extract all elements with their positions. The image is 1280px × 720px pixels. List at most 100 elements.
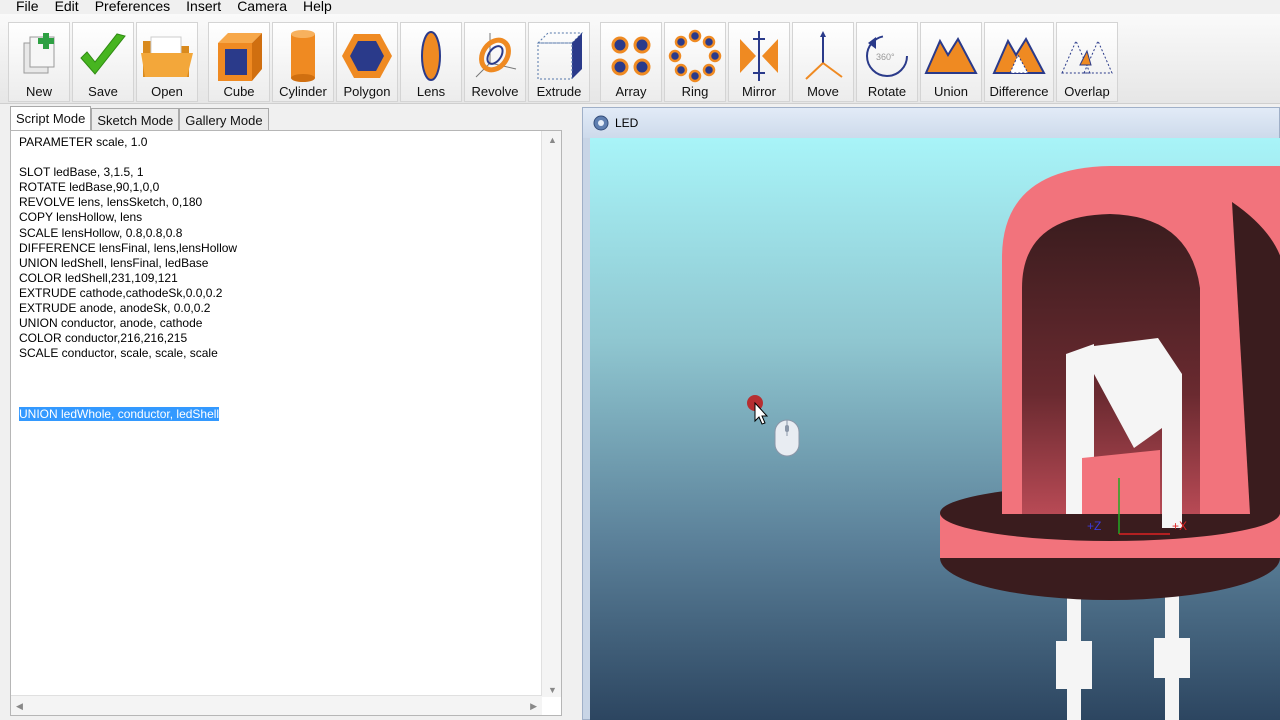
scroll-left-icon[interactable]: ◀ — [16, 701, 23, 712]
lens-label: Lens — [416, 84, 446, 99]
folder-icon — [139, 27, 195, 85]
overlap-button[interactable]: Overlap — [1056, 22, 1118, 102]
vertical-scrollbar[interactable]: ▲ ▼ — [541, 131, 561, 697]
z-axis-label: +Z — [1087, 519, 1101, 533]
overlap-icon — [1059, 27, 1115, 85]
x-axis-label: +X — [1172, 519, 1187, 533]
rotate-label: Rotate — [867, 84, 907, 99]
cube-button[interactable]: Cube — [208, 22, 270, 102]
script-line[interactable]: UNION ledShell, lensFinal, ledBase — [19, 256, 237, 271]
move-button[interactable]: Move — [792, 22, 854, 102]
horizontal-scrollbar[interactable]: ◀ ▶ — [11, 695, 542, 715]
script-line[interactable]: SLOT ledBase, 3,1.5, 1 — [19, 165, 237, 180]
led-inner-base — [1082, 450, 1160, 514]
script-line-text: EXTRUDE anode, anodeSk, 0.0,0.2 — [19, 301, 211, 316]
script-line[interactable]: COLOR conductor,216,216,215 — [19, 331, 237, 346]
cube-label: Cube — [223, 84, 255, 99]
script-line-text: SCALE conductor, scale, scale, scale — [19, 346, 218, 361]
new-file-icon — [11, 27, 67, 85]
menu-edit[interactable]: Edit — [47, 0, 87, 14]
hexagon-icon — [339, 27, 395, 85]
led-lead-left-bend — [1056, 641, 1092, 689]
open-button[interactable]: Open — [136, 22, 198, 102]
rotate-button[interactable]: 360° Rotate — [856, 22, 918, 102]
extrude-label: Extrude — [536, 84, 582, 99]
scroll-right-icon[interactable]: ▶ — [530, 701, 537, 712]
cylinder-label: Cylinder — [279, 84, 327, 99]
scroll-up-icon[interactable]: ▲ — [548, 135, 557, 145]
revolve-label: Revolve — [471, 84, 519, 99]
union-label: Union — [934, 84, 968, 99]
script-editor[interactable]: PARAMETER scale, 1.0 SLOT ledBase, 3,1.5,… — [10, 130, 562, 716]
script-line[interactable] — [19, 377, 237, 392]
script-line-text: ROTATE ledBase,90,1,0,0 — [19, 180, 160, 195]
script-line[interactable] — [19, 392, 237, 407]
3d-viewport[interactable]: +Z +X — [590, 138, 1280, 720]
mirror-button[interactable]: Mirror — [728, 22, 790, 102]
script-line[interactable]: EXTRUDE anode, anodeSk, 0.0,0.2 — [19, 301, 237, 316]
svg-text:360°: 360° — [876, 52, 895, 62]
lens-icon — [403, 27, 459, 85]
viewport-titlebar: LED — [583, 108, 1279, 138]
extrude-icon — [531, 27, 587, 85]
script-line[interactable]: PARAMETER scale, 1.0 — [19, 135, 237, 150]
cylinder-icon — [275, 27, 331, 85]
checkmark-icon — [75, 27, 131, 85]
extrude-button[interactable]: Extrude — [528, 22, 590, 102]
revolve-button[interactable]: Revolve — [464, 22, 526, 102]
script-line[interactable]: ROTATE ledBase,90,1,0,0 — [19, 180, 237, 195]
tab-sketch-mode[interactable]: Sketch Mode — [91, 108, 180, 130]
script-line[interactable] — [19, 361, 237, 376]
menu-camera[interactable]: Camera — [229, 0, 295, 14]
polygon-button[interactable]: Polygon — [336, 22, 398, 102]
array-icon — [603, 27, 659, 85]
cylinder-button[interactable]: Cylinder — [272, 22, 334, 102]
cad-app-window: File Edit Preferences Insert Camera Help… — [0, 0, 1280, 720]
script-line[interactable]: DIFFERENCE lensFinal, lens,lensHollow — [19, 241, 237, 256]
script-line-selected[interactable]: UNION ledWhole, conductor, ledShell — [19, 406, 237, 422]
new-label: New — [25, 84, 52, 99]
union-button[interactable]: Union — [920, 22, 982, 102]
polygon-label: Polygon — [343, 84, 391, 99]
window-icon — [593, 115, 609, 131]
script-line-text: UNION ledWhole, conductor, ledShell — [19, 406, 220, 421]
open-label: Open — [151, 84, 183, 99]
new-button[interactable]: New — [8, 22, 70, 102]
script-line[interactable]: EXTRUDE cathode,cathodeSk,0.0,0.2 — [19, 286, 237, 301]
array-label: Array — [615, 84, 647, 99]
ring-label: Ring — [681, 84, 709, 99]
menu-insert[interactable]: Insert — [178, 0, 229, 14]
array-button[interactable]: Array — [600, 22, 662, 102]
scroll-down-icon[interactable]: ▼ — [548, 685, 557, 695]
menu-help[interactable]: Help — [295, 0, 340, 14]
script-line[interactable]: REVOLVE lens, lensSketch, 0,180 — [19, 195, 237, 210]
save-label: Save — [88, 84, 118, 99]
script-line-text: COLOR ledShell,231,109,121 — [19, 270, 178, 285]
tab-gallery-mode[interactable]: Gallery Mode — [179, 108, 269, 130]
revolve-icon — [467, 27, 523, 85]
move-label: Move — [807, 84, 839, 99]
menu-file[interactable]: File — [0, 0, 47, 14]
menu-bar: File Edit Preferences Insert Camera Help — [0, 0, 1280, 14]
script-line[interactable]: SCALE lensHollow, 0.8,0.8,0.8 — [19, 226, 237, 241]
script-line[interactable]: COLOR ledShell,231,109,121 — [19, 271, 237, 286]
script-line[interactable]: COPY lensHollow, lens — [19, 210, 237, 225]
ring-button[interactable]: Ring — [664, 22, 726, 102]
ring-icon — [667, 27, 723, 85]
mouse-button-hint-icon — [774, 419, 800, 457]
tab-script-mode[interactable]: Script Mode — [10, 106, 92, 130]
lens-button[interactable]: Lens — [400, 22, 462, 102]
script-line[interactable] — [19, 150, 237, 165]
script-line-text: COPY lensHollow, lens — [19, 210, 143, 225]
difference-button[interactable]: Difference — [984, 22, 1054, 102]
viewport-title: LED — [615, 116, 639, 130]
menu-preferences[interactable]: Preferences — [87, 0, 178, 14]
script-line-text: EXTRUDE cathode,cathodeSk,0.0,0.2 — [19, 285, 223, 300]
save-button[interactable]: Save — [72, 22, 134, 102]
cube-icon — [211, 27, 267, 85]
script-line[interactable]: UNION conductor, anode, cathode — [19, 316, 237, 331]
script-line[interactable]: SCALE conductor, scale, scale, scale — [19, 346, 237, 361]
script-line-text: REVOLVE lens, lensSketch, 0,180 — [19, 195, 203, 210]
script-text[interactable]: PARAMETER scale, 1.0 SLOT ledBase, 3,1.5,… — [19, 135, 237, 422]
move-axes-icon — [795, 27, 851, 85]
